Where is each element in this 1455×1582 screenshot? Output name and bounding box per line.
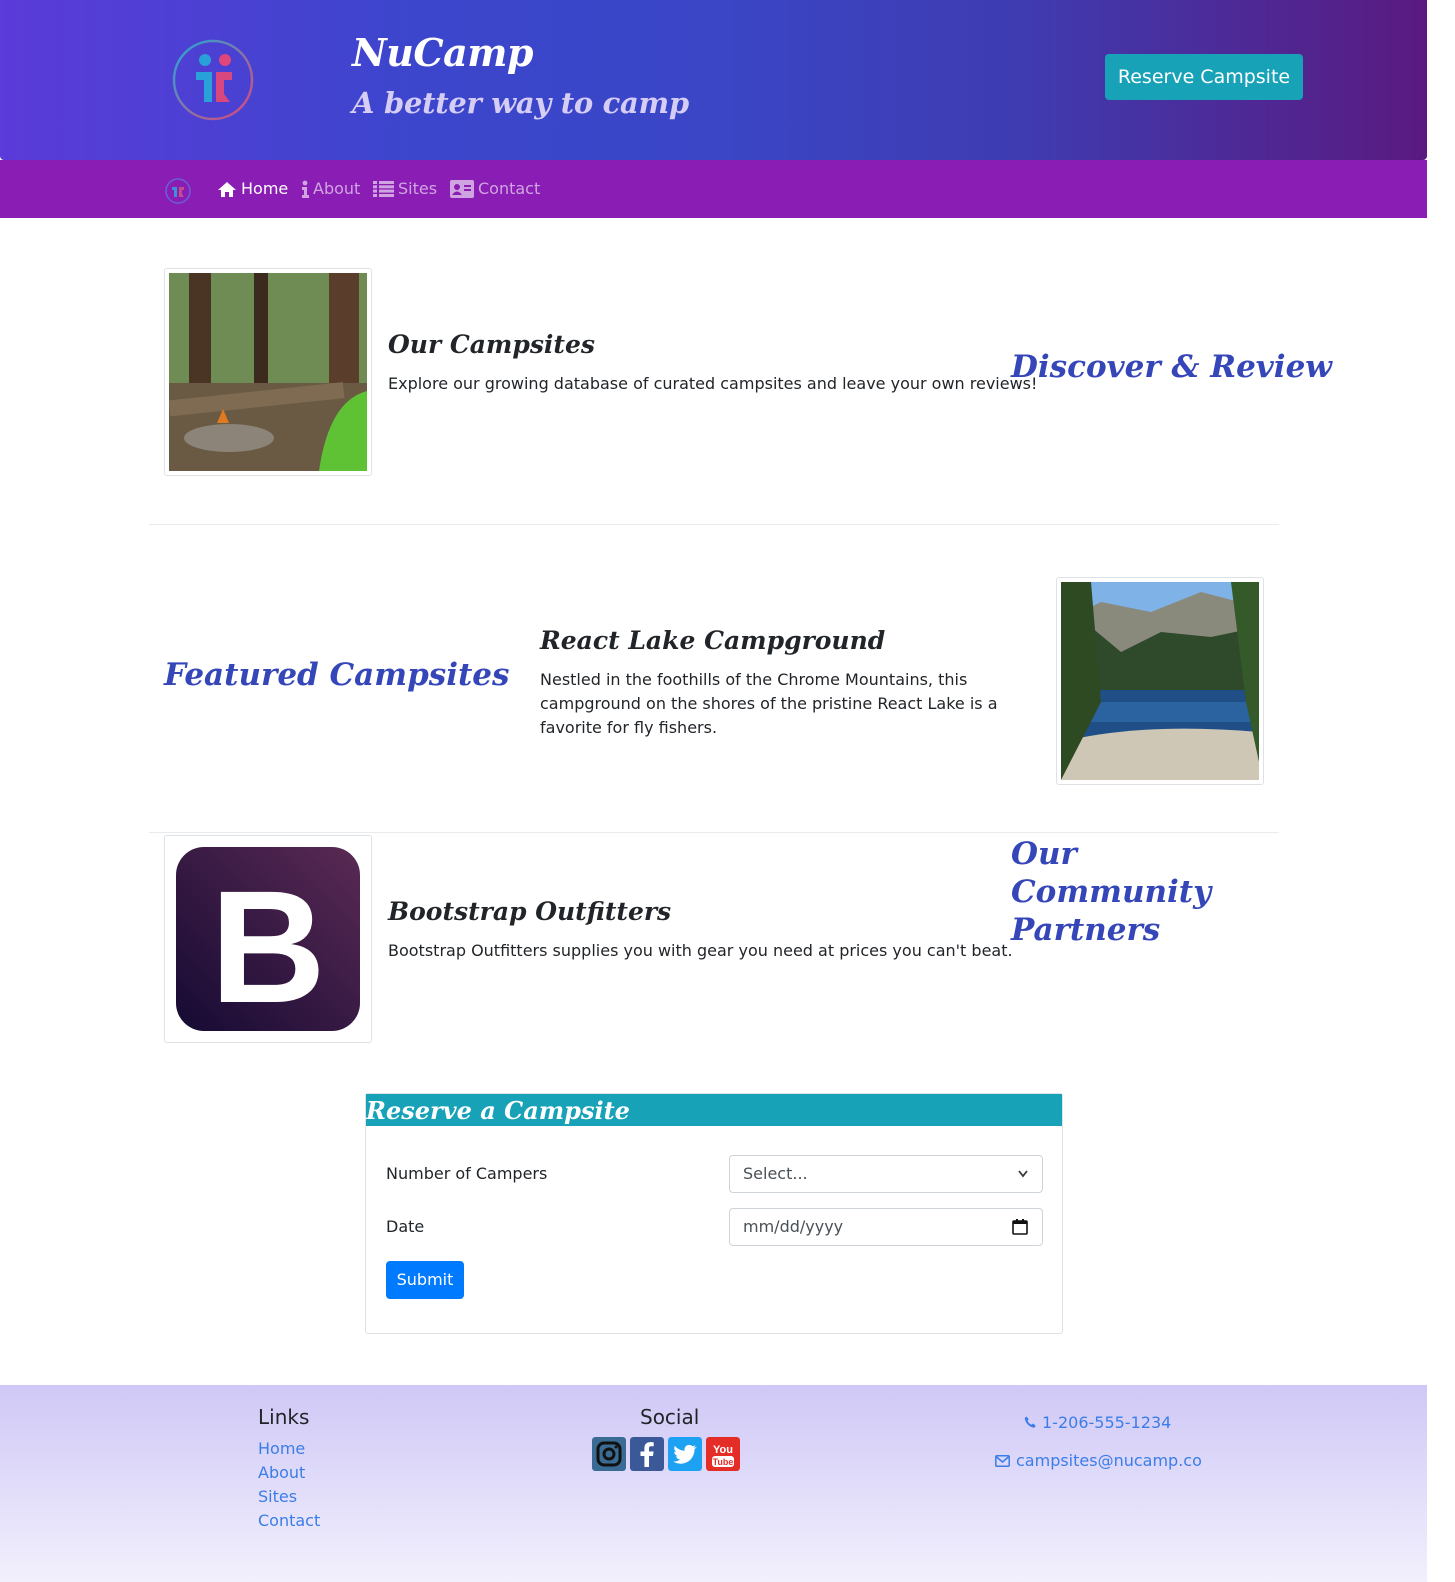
footer-links-heading: Links [258,1405,310,1429]
brand-tagline: A better way to camp [352,86,689,120]
phone-icon [1024,1416,1036,1428]
brand-title: NuCamp [352,30,534,75]
youtube-icon[interactable]: You Tube [706,1437,740,1471]
email-text: campsites@nucamp.co [1016,1451,1202,1470]
campsites-title: Our Campsites [388,330,595,359]
date-input[interactable]: mm/dd/yyyy [729,1208,1043,1246]
bootstrap-outfitters-text: Bootstrap Outfitters supplies you with g… [388,941,1013,960]
chevron-down-icon [1018,1170,1028,1178]
instagram-icon[interactable] [592,1437,626,1471]
react-lake-image-frame [1056,577,1264,785]
twitter-icon[interactable] [668,1437,702,1471]
date-label: Date [386,1217,425,1236]
envelope-icon [995,1454,1010,1467]
reserve-form-card: Reserve a Campsite Number of Campers Sel… [365,1093,1063,1334]
navbar-logo[interactable] [165,178,191,204]
nav-label-about: About [313,179,361,198]
phone-text: 1-206-555-1234 [1042,1413,1172,1432]
footer-link-home[interactable]: Home [258,1437,305,1461]
footer-link-sites[interactable]: Sites [258,1485,297,1509]
footer [0,1385,1427,1582]
info-icon [302,180,309,198]
nav-item-contact[interactable]: Contact [450,160,540,218]
campers-select-value: Select... [743,1164,808,1183]
svg-text:You: You [713,1444,733,1456]
nav-item-home[interactable]: Home [217,160,288,218]
home-icon [218,182,236,197]
campsites-text: Explore our growing database of curated … [388,374,1038,393]
list-icon [373,181,394,197]
nav-label-home: Home [241,179,289,198]
footer-email[interactable]: campsites@nucamp.co [995,1451,1202,1470]
campers-select[interactable]: Select... [729,1155,1043,1193]
nucamp-logo [172,39,254,121]
reserve-form-heading: Reserve a Campsite [366,1094,1062,1126]
footer-phone[interactable]: 1-206-555-1234 [1024,1413,1171,1432]
react-lake-title: React Lake Campground [540,626,886,655]
footer-link-about[interactable]: About [258,1461,305,1485]
address-card-icon [450,180,474,198]
nav-item-about[interactable]: About [301,160,360,218]
featured-campsites-heading: Featured Campsites [164,657,510,693]
footer-social-heading: Social [640,1405,700,1429]
header-jumbotron: NuCamp A better way to camp Reserve Camp… [0,0,1427,160]
bootstrap-outfitters-title: Bootstrap Outfitters [388,897,672,926]
footer-link-contact[interactable]: Contact [258,1509,320,1533]
react-lake-text: Nestled in the foothills of the Chrome M… [540,670,998,737]
reserve-campsite-button[interactable]: Reserve Campsite [1105,54,1303,100]
community-partners-heading: Our Community Partners [1011,836,1212,948]
discover-review-heading: Discover & Review [1011,349,1332,385]
nav-label-contact: Contact [478,179,541,198]
campsite-image-frame [164,268,372,476]
facebook-icon[interactable] [630,1437,664,1471]
bootstrap-logo-frame: B [164,835,372,1043]
section-divider [149,524,1279,525]
submit-button[interactable]: Submit [386,1261,464,1299]
react-lake-image [1061,582,1259,780]
date-placeholder: mm/dd/yyyy [743,1217,844,1236]
campers-label: Number of Campers [386,1164,548,1183]
main-navbar: Home About Sites Contact [0,160,1427,218]
svg-text:Tube: Tube [713,1457,734,1467]
section-divider-2 [149,832,1279,833]
calendar-icon[interactable] [1012,1219,1028,1235]
campsite-image [169,273,367,471]
nav-label-sites: Sites [398,179,438,198]
bootstrap-logo-letter: B [210,857,326,1036]
bootstrap-logo: B [176,847,360,1036]
nav-item-sites[interactable]: Sites [373,160,437,218]
